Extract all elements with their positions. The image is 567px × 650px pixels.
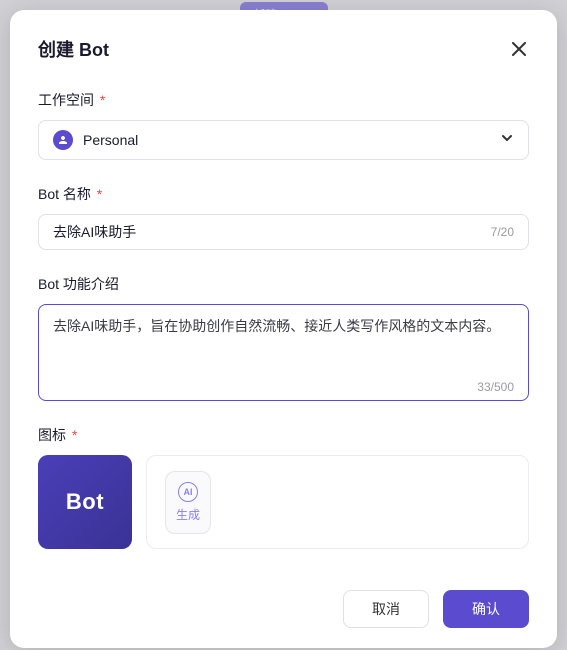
required-marker: *: [96, 92, 105, 108]
workspace-label: 工作空间 *: [38, 90, 529, 110]
bot-name-input[interactable]: [53, 224, 483, 240]
close-button[interactable]: [509, 39, 529, 59]
modal-title: 创建 Bot: [38, 36, 109, 62]
bot-name-group: Bot 名称 * 7/20: [38, 184, 529, 250]
bot-desc-group: Bot 功能介绍 33/500: [38, 274, 529, 401]
bot-name-counter: 7/20: [491, 225, 514, 239]
ai-icon: AI: [178, 482, 198, 502]
bot-desc-textarea[interactable]: [53, 315, 514, 373]
chevron-down-icon: [500, 131, 514, 150]
user-icon: [53, 130, 73, 150]
required-marker: *: [68, 427, 77, 443]
generate-label: 生成: [176, 506, 200, 523]
icon-label: 图标 *: [38, 425, 529, 445]
workspace-select[interactable]: Personal: [38, 120, 529, 160]
icon-preview[interactable]: Bot: [38, 455, 132, 549]
modal-header: 创建 Bot: [38, 36, 529, 62]
icon-row: Bot AI 生成: [38, 455, 529, 549]
workspace-group: 工作空间 * Personal: [38, 90, 529, 160]
bot-desc-wrap: 33/500: [38, 304, 529, 401]
confirm-button[interactable]: 确认: [443, 590, 529, 628]
workspace-value: Personal: [83, 132, 490, 148]
bot-desc-label: Bot 功能介绍: [38, 274, 529, 294]
icon-group: 图标 * Bot AI 生成: [38, 425, 529, 549]
create-bot-modal: 创建 Bot 工作空间 * Personal Bot 名称 * 7/20 Bot…: [10, 10, 557, 648]
icon-generate-area: AI 生成: [146, 455, 529, 549]
generate-icon-button[interactable]: AI 生成: [165, 471, 211, 534]
modal-footer: 取消 确认: [38, 590, 529, 628]
close-icon: [512, 42, 526, 56]
bot-desc-counter: 33/500: [53, 380, 514, 394]
required-marker: *: [93, 186, 102, 202]
bot-name-input-wrap: 7/20: [38, 214, 529, 250]
cancel-button[interactable]: 取消: [343, 590, 429, 628]
bot-name-label: Bot 名称 *: [38, 184, 529, 204]
